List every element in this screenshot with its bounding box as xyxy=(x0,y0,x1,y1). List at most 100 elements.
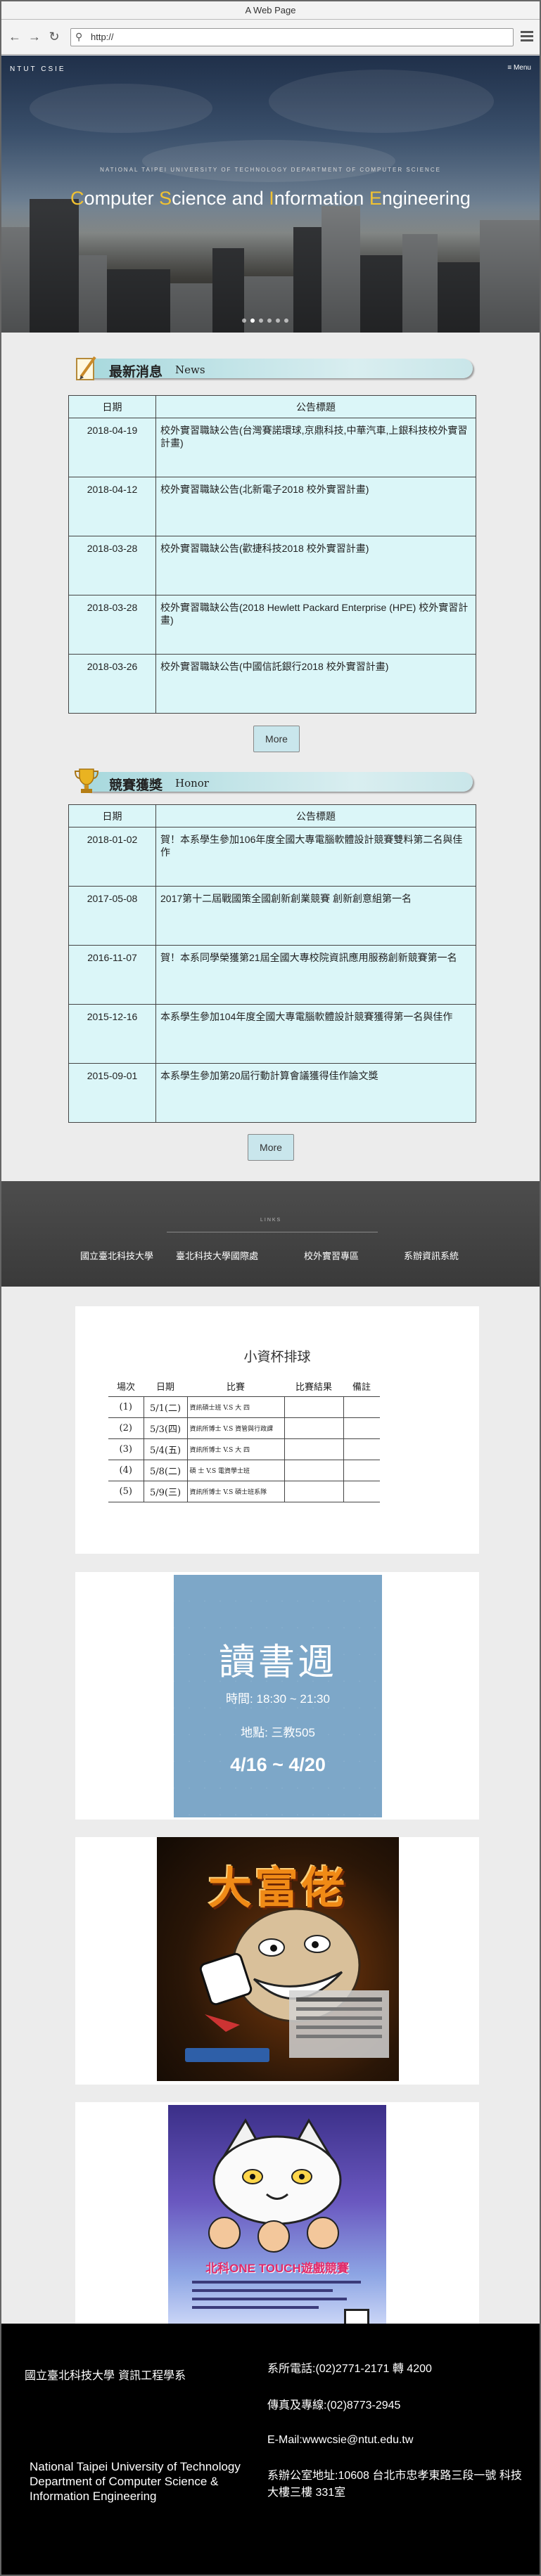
table-row[interactable]: 2018-03-26 校外實習職缺公告(中國信託銀行2018 校外實習計畫) xyxy=(68,654,476,714)
schedule-result xyxy=(284,1417,344,1439)
schedule-row: (3) 5/4(五) 資訊所博士 V.S 大 四 xyxy=(108,1438,380,1460)
row-title-link[interactable]: 校外實習職缺公告(中國信託銀行2018 校外實習計畫) xyxy=(155,654,476,714)
hero-title-initial: C xyxy=(70,188,84,209)
row-date: 2015-12-16 xyxy=(68,1004,156,1064)
links-band-title: LINKS xyxy=(260,1218,282,1223)
table-row[interactable]: 2016-11-07 賀！本系同學榮獲第21屆全國大專校院資訊應用服務創新競賽第一… xyxy=(68,945,476,1005)
table-row[interactable]: 2018-01-02 賀！本系學生參加106年度全國大專電腦軟體設計競賽雙料第二名… xyxy=(68,827,476,887)
footer-phone: 系所電話:(02)2771-2171 轉 4200 xyxy=(267,2363,432,2375)
poster-text-line xyxy=(192,2306,319,2309)
schedule-row: (2) 5/3(四) 資訊所博士 V.S 資管與行政課 xyxy=(108,1417,380,1439)
schedule-note xyxy=(343,1480,380,1502)
hero-title: Computer Science and Information Enginee… xyxy=(1,188,540,210)
hero-title-initial: S xyxy=(159,188,172,209)
address-url: http:// xyxy=(91,32,114,42)
schedule-no: (3) xyxy=(108,1438,144,1460)
table-row[interactable]: 2018-03-28 校外實習職缺公告(2018 Hewlett Packard … xyxy=(68,595,476,655)
column-header-title: 公告標題 xyxy=(155,804,476,827)
carousel-dot[interactable] xyxy=(276,318,280,323)
schedule-title: 小資杯排球 xyxy=(243,1349,311,1365)
table-row[interactable]: 2017-05-08 2017第十二屆戰國策全國創新創業競賽 創新創意組第一名 xyxy=(68,886,476,946)
carousel-dot[interactable] xyxy=(259,318,263,323)
back-icon[interactable]: ← xyxy=(7,29,23,44)
footer-dept-name-cn: 國立臺北科技大學 資訊工程學系 xyxy=(25,2369,186,2382)
poster-info-box xyxy=(289,1990,389,2058)
window-title: A Web Page xyxy=(1,1,540,20)
hero-title-initial: I xyxy=(269,188,274,209)
news-table: 日期 公告標題 2018-04-19 校外實習職缺公告(台灣賽諾環球,京鼎科技,中… xyxy=(68,395,476,714)
event-poster-card: 大富佬 xyxy=(75,1837,479,2085)
news-title: 最新消息 xyxy=(109,365,163,380)
schedule-note xyxy=(343,1459,380,1481)
row-date: 2018-03-28 xyxy=(68,536,156,595)
row-title-link[interactable]: 2017第十二屆戰國策全國創新創業競賽 創新創意組第一名 xyxy=(155,886,476,946)
row-title-link[interactable]: 本系學生參加第20屆行動計算會議獲得佳作論文獎 xyxy=(155,1063,476,1123)
game-contest-poster[interactable]: 北科ONE TOUCH遊戲競賽 xyxy=(168,2105,386,2348)
footer-dept-name-en: National Taipei University of Technology… xyxy=(30,2460,241,2503)
pencil-note-icon xyxy=(76,356,96,380)
forward-icon[interactable]: → xyxy=(27,29,42,44)
schedule-result xyxy=(284,1480,344,1502)
volleyball-schedule-card: 小資杯排球 場次 日期 比賽 比賽結果 備註 (1) 5/1(二) 資訊碩士班 V.… xyxy=(75,1306,479,1554)
footer-fax: 傳真及專線:(02)8773-2945 xyxy=(267,2400,401,2411)
game-poster-title: 北科ONE TOUCH遊戲競賽 xyxy=(205,2262,349,2275)
game-contest-card: 北科ONE TOUCH遊戲競賽 xyxy=(75,2102,479,2350)
table-row[interactable]: 2015-09-01 本系學生參加第20屆行動計算會議獲得佳作論文獎 xyxy=(68,1063,476,1123)
site-footer: 國立臺北科技大學 資訊工程學系 National Taipei Universi… xyxy=(1,2324,540,2575)
reading-week-poster[interactable]: 讀書週 時間: 18:30 ~ 21:30 地點: 三教505 4/16 ~ 4… xyxy=(174,1575,382,1817)
row-date: 2016-11-07 xyxy=(68,945,156,1005)
schedule-date: 5/9(三) xyxy=(143,1480,188,1502)
table-row[interactable]: 2018-04-19 校外實習職缺公告(台灣賽諾環球,京鼎科技,中華汽車,上銀科技… xyxy=(68,418,476,477)
carousel-dot[interactable] xyxy=(284,318,288,323)
link-office-system[interactable]: 系辦資訊系統 xyxy=(404,1249,459,1262)
schedule-row: (5) 5/9(三) 資訊所博士 V.S 碩士班系隊 xyxy=(108,1480,380,1502)
schedule-no: (5) xyxy=(108,1480,144,1502)
row-title-link[interactable]: 本系學生參加104年度全國大專電腦軟體設計競賽獲得第一名與佳作 xyxy=(155,1004,476,1064)
row-title-link[interactable]: 賀！本系學生參加106年度全國大專電腦軟體設計競賽雙料第二名與佳作 xyxy=(155,827,476,887)
carousel-dot[interactable] xyxy=(250,318,255,323)
schedule-note xyxy=(343,1438,380,1460)
site-logo[interactable]: NTUT CSIE xyxy=(10,65,66,73)
row-title-link[interactable]: 校外實習職缺公告(2018 Hewlett Packard Enterprise… xyxy=(155,595,476,655)
table-row[interactable]: 2018-04-12 校外實習職缺公告(北新電子2018 校外實習計畫) xyxy=(68,477,476,536)
poster-text-line xyxy=(192,2289,333,2292)
carousel-dot[interactable] xyxy=(267,318,272,323)
row-title-link[interactable]: 校外實習職缺公告(北新電子2018 校外實習計畫) xyxy=(155,477,476,536)
row-date: 2018-04-19 xyxy=(68,418,156,477)
address-bar[interactable]: ⚲ http:// xyxy=(70,28,514,46)
reading-week-time: 時間: 18:30 ~ 21:30 xyxy=(226,1692,330,1706)
news-more-button[interactable]: More xyxy=(253,726,300,752)
rich-guy-poster[interactable]: 大富佬 xyxy=(157,1837,399,2081)
schedule-note xyxy=(343,1417,380,1439)
reading-week-title: 讀書週 xyxy=(218,1642,337,1683)
schedule-date: 5/4(五) xyxy=(143,1438,188,1460)
row-title-link[interactable]: 校外實習職缺公告(台灣賽諾環球,京鼎科技,中華汽車,上銀科技校外實習計畫) xyxy=(155,418,476,477)
poster-text-line xyxy=(192,2298,347,2300)
site-menu-button[interactable]: ≡ Menu xyxy=(507,64,531,72)
footer-email[interactable]: E-Mail:wwwcsie@ntut.edu.tw xyxy=(267,2434,413,2447)
column-header-title: 公告標題 xyxy=(155,395,476,418)
schedule-col-date: 日期 xyxy=(144,1377,187,1397)
hero-title-word: cience and xyxy=(172,188,269,209)
news-section-header: 最新消息 News xyxy=(68,354,476,381)
row-title-link[interactable]: 賀！本系同學榮獲第21屆全國大專校院資訊應用服務創新競賽第一名 xyxy=(155,945,476,1005)
honor-more-button[interactable]: More xyxy=(248,1134,294,1161)
link-ntut[interactable]: 國立臺北科技大學 xyxy=(80,1249,153,1262)
row-date: 2018-03-28 xyxy=(68,595,156,655)
reload-icon[interactable]: ↻ xyxy=(46,29,62,44)
schedule-match: 資訊所博士 V.S 大 四 xyxy=(186,1438,285,1460)
link-international-office[interactable]: 臺北科技大學國際處 xyxy=(176,1249,258,1262)
table-row[interactable]: 2018-03-28 校外實習職缺公告(歡捷科技2018 校外實習計畫) xyxy=(68,536,476,595)
table-row[interactable]: 2015-12-16 本系學生參加104年度全國大專電腦軟體設計競賽獲得第一名與佳… xyxy=(68,1004,476,1064)
carousel-dot[interactable] xyxy=(242,318,246,323)
row-title-link[interactable]: 校外實習職缺公告(歡捷科技2018 校外實習計畫) xyxy=(155,536,476,595)
schedule-date: 5/8(二) xyxy=(143,1459,188,1481)
schedule-row: (1) 5/1(二) 資訊碩士班 V.S 大 四 xyxy=(108,1396,380,1418)
search-icon: ⚲ xyxy=(75,31,83,42)
link-internship[interactable]: 校外實習專區 xyxy=(304,1249,359,1262)
schedule-col-match: 比賽 xyxy=(187,1377,284,1397)
carousel-dots xyxy=(242,314,293,326)
honor-title-en: Honor xyxy=(175,777,209,790)
hamburger-menu-icon[interactable] xyxy=(519,29,535,44)
schedule-col-note: 備註 xyxy=(343,1377,380,1397)
